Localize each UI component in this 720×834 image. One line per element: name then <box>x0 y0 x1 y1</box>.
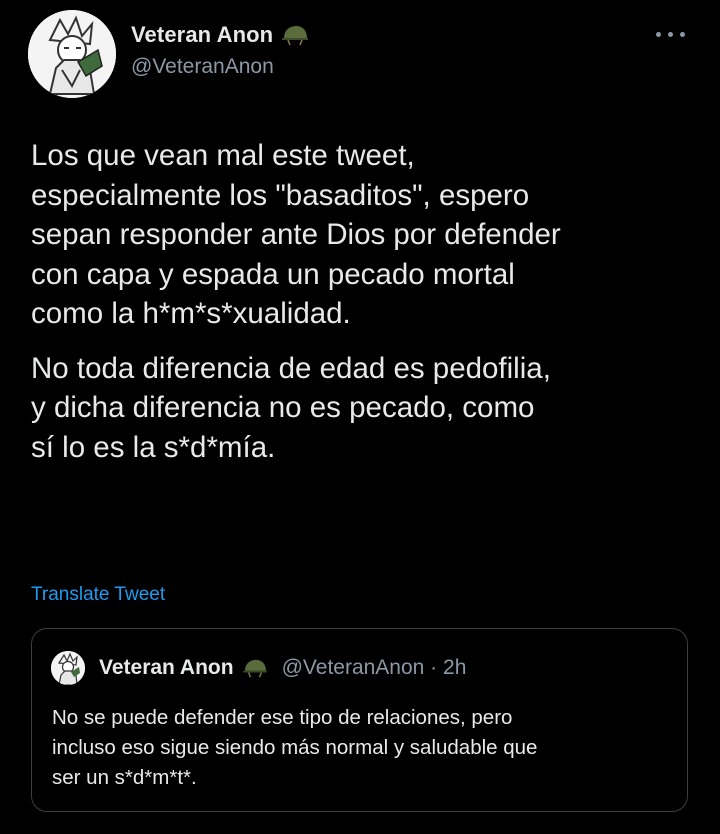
translate-tweet-link[interactable]: Translate Tweet <box>31 584 165 606</box>
anime-character-avatar-icon <box>51 651 85 685</box>
author-display-name[interactable]: Veteran Anon <box>131 22 273 48</box>
quoted-tweet-card[interactable]: Veteran Anon @VeteranAnon · 2h No se pue… <box>31 628 688 812</box>
quoted-tweet-text: No se puede defender ese tipo de relacio… <box>52 706 538 789</box>
helmet-icon <box>242 658 268 678</box>
helmet-icon <box>281 24 309 46</box>
tweet-body: Los que vean mal este tweet, especialmen… <box>31 136 701 467</box>
quoted-author-avatar[interactable] <box>51 651 85 685</box>
tweet-header: Veteran Anon @VeteranAnon <box>28 10 696 100</box>
author-avatar[interactable] <box>28 10 116 98</box>
tweet-paragraph: Los que vean mal este tweet, especialmen… <box>31 139 561 330</box>
quoted-author-name[interactable]: Veteran Anon <box>99 656 234 680</box>
tweet-paragraph: No toda diferencia de edad es pedofilia,… <box>31 351 551 464</box>
anime-character-avatar-icon <box>28 10 116 98</box>
more-options-icon[interactable] <box>654 28 688 42</box>
quoted-author-handle-time[interactable]: @VeteranAnon · 2h <box>282 656 467 680</box>
author-handle[interactable]: @VeteranAnon <box>131 55 274 79</box>
